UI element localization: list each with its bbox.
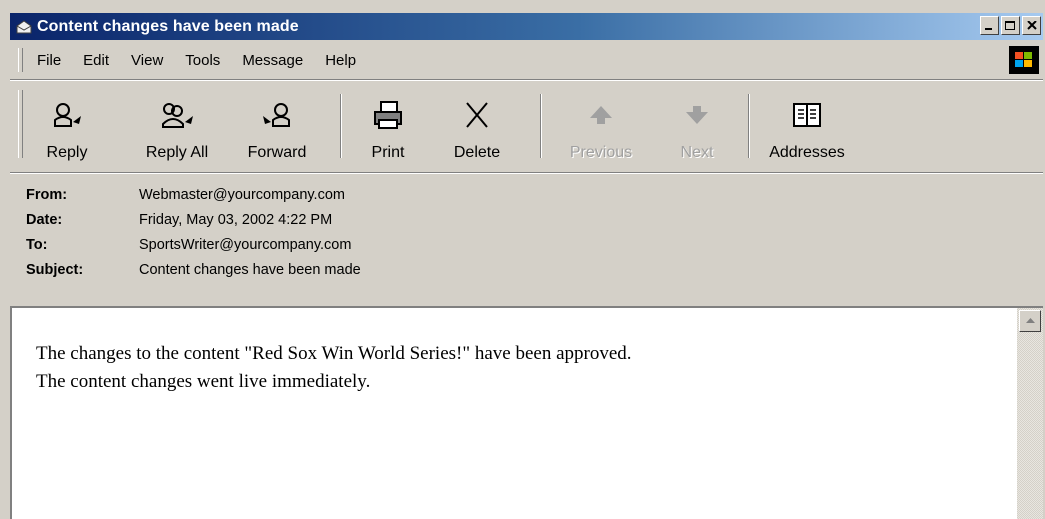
message-text[interactable]: The changes to the content "Red Sox Win …	[36, 340, 632, 396]
reply-icon	[54, 103, 81, 127]
reply-label: Reply	[46, 144, 88, 161]
date-row: Date: Friday, May 03, 2002 4:22 PM	[26, 207, 361, 232]
subject-value: Content changes have been made	[139, 261, 361, 278]
maximize-button[interactable]	[1001, 16, 1020, 35]
menu-view[interactable]: View	[131, 52, 163, 69]
from-label: From:	[26, 186, 68, 203]
windows-logo-icon	[1009, 46, 1039, 74]
reply-all-button[interactable]: Reply All	[132, 90, 222, 166]
window-title: Content changes have been made	[37, 17, 299, 35]
subject-label: Subject:	[26, 261, 84, 278]
print-label: Print	[371, 144, 405, 161]
subject-row: Subject: Content changes have been made	[26, 257, 361, 282]
scroll-up-button[interactable]	[1019, 310, 1041, 332]
menu-separator	[10, 79, 1043, 81]
minimize-button[interactable]	[980, 16, 999, 35]
maximize-icon	[1005, 20, 1015, 30]
delete-button[interactable]: Delete	[442, 90, 512, 166]
to-label: To:	[26, 236, 48, 253]
from-value: Webmaster@yourcompany.com	[139, 186, 345, 203]
toolbar-separator	[748, 94, 750, 158]
menu-help[interactable]: Help	[325, 52, 356, 69]
menu-tools[interactable]: Tools	[185, 52, 220, 69]
close-icon	[1026, 21, 1037, 30]
message-headers: From: Webmaster@yourcompany.com Date: Fr…	[26, 182, 361, 282]
minimize-icon	[985, 28, 992, 30]
from-row: From: Webmaster@yourcompany.com	[26, 182, 361, 207]
forward-label: Forward	[247, 144, 307, 161]
toolbar-separator	[540, 94, 542, 158]
date-label: Date:	[26, 211, 63, 228]
to-row: To: SportsWriter@yourcompany.com	[26, 232, 361, 257]
arrow-up-icon	[590, 106, 612, 124]
close-button[interactable]	[1022, 16, 1041, 35]
message-window: Content changes have been made File Edit…	[0, 0, 1045, 519]
toolbar-bottom-separator	[10, 172, 1043, 174]
reply-button[interactable]: Reply	[32, 90, 102, 166]
next-button[interactable]: Next	[662, 90, 732, 166]
printer-icon	[374, 101, 402, 129]
toolbar-separator	[340, 94, 342, 158]
reply-all-label: Reply All	[145, 144, 209, 161]
vertical-scrollbar[interactable]	[1017, 308, 1043, 519]
date-value: Friday, May 03, 2002 4:22 PM	[139, 211, 333, 228]
scroll-up-arrow-icon	[1025, 318, 1035, 323]
menu-message[interactable]: Message	[242, 52, 303, 69]
print-button[interactable]: Print	[358, 90, 418, 166]
menu-grip[interactable]	[18, 48, 23, 72]
menu-edit[interactable]: Edit	[83, 52, 109, 69]
title-bar[interactable]: Content changes have been made	[10, 13, 1043, 40]
next-label: Next	[680, 144, 714, 161]
forward-icon	[263, 103, 290, 127]
window-controls	[980, 16, 1041, 35]
menu-file[interactable]: File	[37, 52, 61, 69]
address-book-icon	[793, 103, 821, 127]
message-line-1: The changes to the content "Red Sox Win …	[36, 343, 632, 364]
delete-icon	[466, 102, 488, 128]
previous-button[interactable]: Previous	[556, 90, 646, 166]
addresses-label: Addresses	[769, 144, 845, 161]
arrow-down-icon	[686, 106, 708, 124]
message-line-2: The content changes went live immediatel…	[36, 371, 371, 392]
reply-all-icon	[162, 103, 193, 128]
toolbar: Reply Reply All Forward Print Delete Pre…	[10, 82, 1043, 170]
toolbar-grip[interactable]	[18, 90, 23, 158]
menu-bar: File Edit View Tools Message Help	[10, 43, 1043, 77]
addresses-button[interactable]: Addresses	[762, 90, 852, 166]
previous-label: Previous	[569, 144, 633, 161]
message-body[interactable]: The changes to the content "Red Sox Win …	[10, 306, 1043, 519]
delete-label: Delete	[453, 144, 501, 161]
to-value: SportsWriter@yourcompany.com	[139, 236, 352, 253]
forward-button[interactable]: Forward	[232, 90, 322, 166]
envelope-open-icon	[16, 19, 32, 33]
